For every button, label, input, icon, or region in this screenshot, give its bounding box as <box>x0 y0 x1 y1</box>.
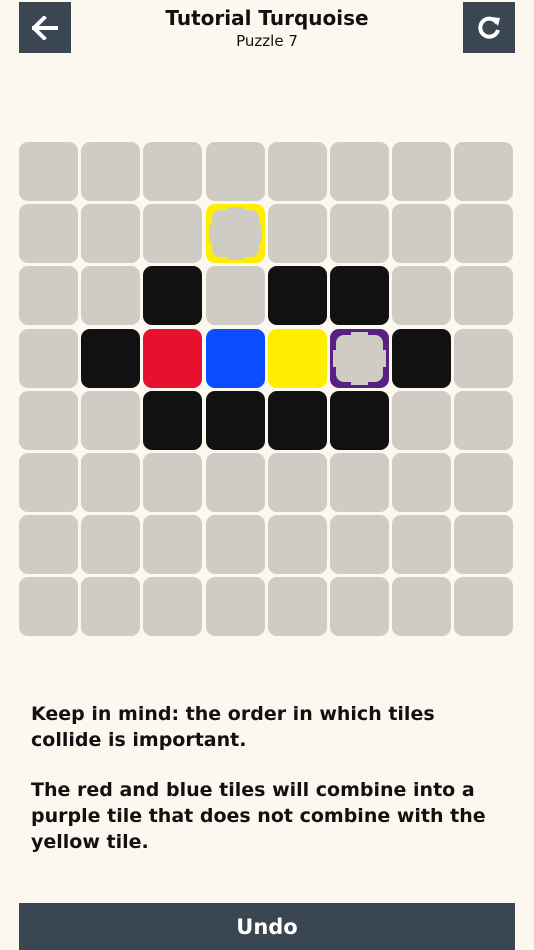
board-cell-empty[interactable] <box>206 142 265 201</box>
board-cell-empty[interactable] <box>454 266 513 325</box>
target-marker <box>336 335 383 382</box>
hint-paragraph-2: The red and blue tiles will combine into… <box>31 779 486 853</box>
yellow-tile[interactable] <box>268 329 327 388</box>
board-cell-empty[interactable] <box>392 453 451 512</box>
board-cell-empty[interactable] <box>330 515 389 574</box>
board-cell-empty[interactable] <box>19 204 78 263</box>
wall-tile[interactable] <box>143 391 202 450</box>
board-cell-empty[interactable] <box>143 515 202 574</box>
wall-tile[interactable] <box>268 391 327 450</box>
board-cell-empty[interactable] <box>454 142 513 201</box>
board-cell-empty[interactable] <box>454 577 513 636</box>
board-cell-empty[interactable] <box>143 142 202 201</box>
target-notch <box>351 332 368 336</box>
board-cell-empty[interactable] <box>206 577 265 636</box>
wall-tile[interactable] <box>330 391 389 450</box>
hint-paragraph-1: Keep in mind: the order in which tiles c… <box>31 703 435 751</box>
board-cell-empty[interactable] <box>268 515 327 574</box>
board-cell-empty[interactable] <box>143 577 202 636</box>
wall-tile[interactable] <box>268 266 327 325</box>
board-cell-empty[interactable] <box>81 391 140 450</box>
wall-tile[interactable] <box>143 266 202 325</box>
board-cell-empty[interactable] <box>330 204 389 263</box>
board-cell-empty[interactable] <box>268 142 327 201</box>
board-cell-empty[interactable] <box>143 453 202 512</box>
wall-tile[interactable] <box>330 266 389 325</box>
target-notch <box>382 350 386 367</box>
board-cell-empty[interactable] <box>392 515 451 574</box>
board-cell-empty[interactable] <box>19 142 78 201</box>
game-board <box>19 142 515 638</box>
wall-tile[interactable] <box>206 391 265 450</box>
board-cell-empty[interactable] <box>19 453 78 512</box>
board-cell-empty[interactable] <box>81 204 140 263</box>
board-cell-empty[interactable] <box>268 453 327 512</box>
restart-icon <box>478 16 500 39</box>
board-cell-empty[interactable] <box>206 515 265 574</box>
board-cell-empty[interactable] <box>206 453 265 512</box>
board-cell-empty[interactable] <box>330 142 389 201</box>
restart-button[interactable] <box>463 2 515 53</box>
target-notch <box>227 256 244 260</box>
board-cell-empty[interactable] <box>330 577 389 636</box>
page-title: Tutorial Turquoise <box>165 6 369 30</box>
target-notch <box>333 350 337 367</box>
board-cell-empty[interactable] <box>268 577 327 636</box>
board-cell-empty[interactable] <box>81 266 140 325</box>
board-cell-empty[interactable] <box>19 391 78 450</box>
board-cell-empty[interactable] <box>268 204 327 263</box>
board-cell-empty[interactable] <box>392 577 451 636</box>
board-cell-empty[interactable] <box>81 515 140 574</box>
board-cell-empty[interactable] <box>19 515 78 574</box>
board-cell-empty[interactable] <box>454 329 513 388</box>
board-cell-empty[interactable] <box>392 266 451 325</box>
board-cell-empty[interactable] <box>392 391 451 450</box>
board-cell-empty[interactable] <box>392 204 451 263</box>
board-cell-empty[interactable] <box>143 204 202 263</box>
wall-tile[interactable] <box>81 329 140 388</box>
undo-button[interactable]: Undo <box>19 903 515 950</box>
board-cell-empty[interactable] <box>206 266 265 325</box>
wall-tile[interactable] <box>392 329 451 388</box>
red-tile[interactable] <box>143 329 202 388</box>
board-cell-empty[interactable] <box>454 204 513 263</box>
board-cell-empty[interactable] <box>81 142 140 201</box>
board-cell-empty[interactable] <box>81 453 140 512</box>
board-cell-empty[interactable] <box>19 329 78 388</box>
target-cell-yellow[interactable] <box>206 204 265 263</box>
hint-text: Keep in mind: the order in which tiles c… <box>31 701 511 879</box>
board-cell-empty[interactable] <box>330 453 389 512</box>
board-cell-empty[interactable] <box>454 391 513 450</box>
target-notch <box>227 207 244 211</box>
blue-tile[interactable] <box>206 329 265 388</box>
target-cell-purple[interactable] <box>330 329 389 388</box>
board-cell-empty[interactable] <box>454 515 513 574</box>
board-cell-empty[interactable] <box>81 577 140 636</box>
header: Tutorial Turquoise Puzzle 7 <box>0 6 534 51</box>
target-notch <box>351 381 368 385</box>
target-notch <box>209 225 213 242</box>
board-cell-empty[interactable] <box>392 142 451 201</box>
target-notch <box>258 225 262 242</box>
board-cell-empty[interactable] <box>19 577 78 636</box>
puzzle-number: Puzzle 7 <box>236 32 298 50</box>
board-cell-empty[interactable] <box>19 266 78 325</box>
board-cell-empty[interactable] <box>454 453 513 512</box>
target-marker <box>212 210 259 257</box>
